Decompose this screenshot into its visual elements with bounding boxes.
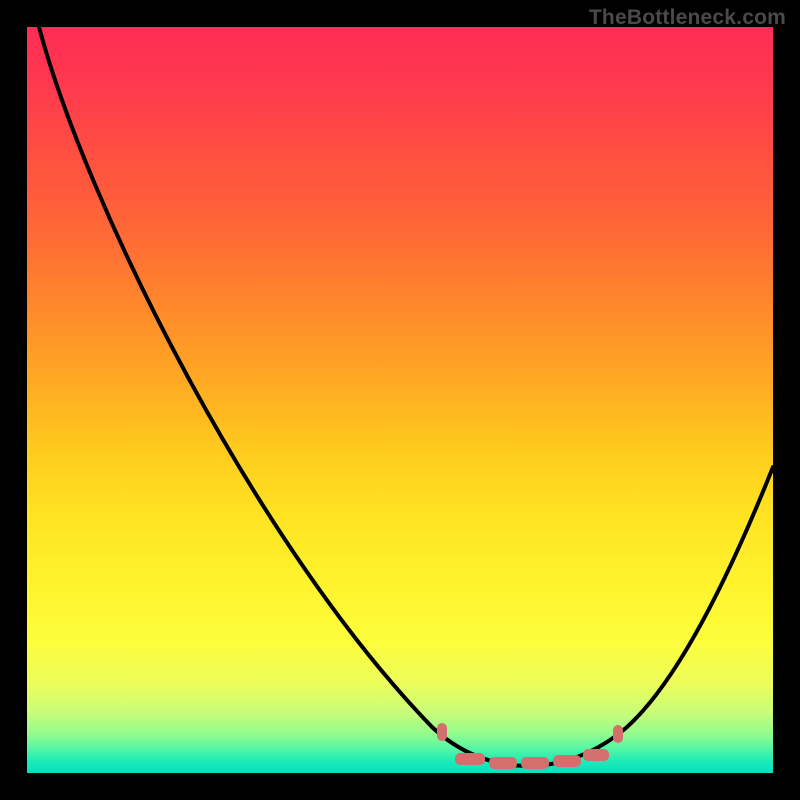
band-marker-left bbox=[437, 723, 447, 741]
band-marker-1 bbox=[455, 753, 485, 765]
band-marker-4 bbox=[553, 755, 581, 767]
band-marker-5 bbox=[583, 749, 609, 761]
band-marker-right bbox=[613, 725, 623, 743]
band-marker-3 bbox=[521, 757, 549, 769]
watermark-text: TheBottleneck.com bbox=[589, 6, 786, 30]
band-marker-2 bbox=[489, 757, 517, 769]
plot-area bbox=[27, 27, 773, 773]
chart-frame: TheBottleneck.com bbox=[0, 0, 800, 800]
curve-path bbox=[39, 27, 773, 766]
bottleneck-curve bbox=[27, 27, 773, 773]
